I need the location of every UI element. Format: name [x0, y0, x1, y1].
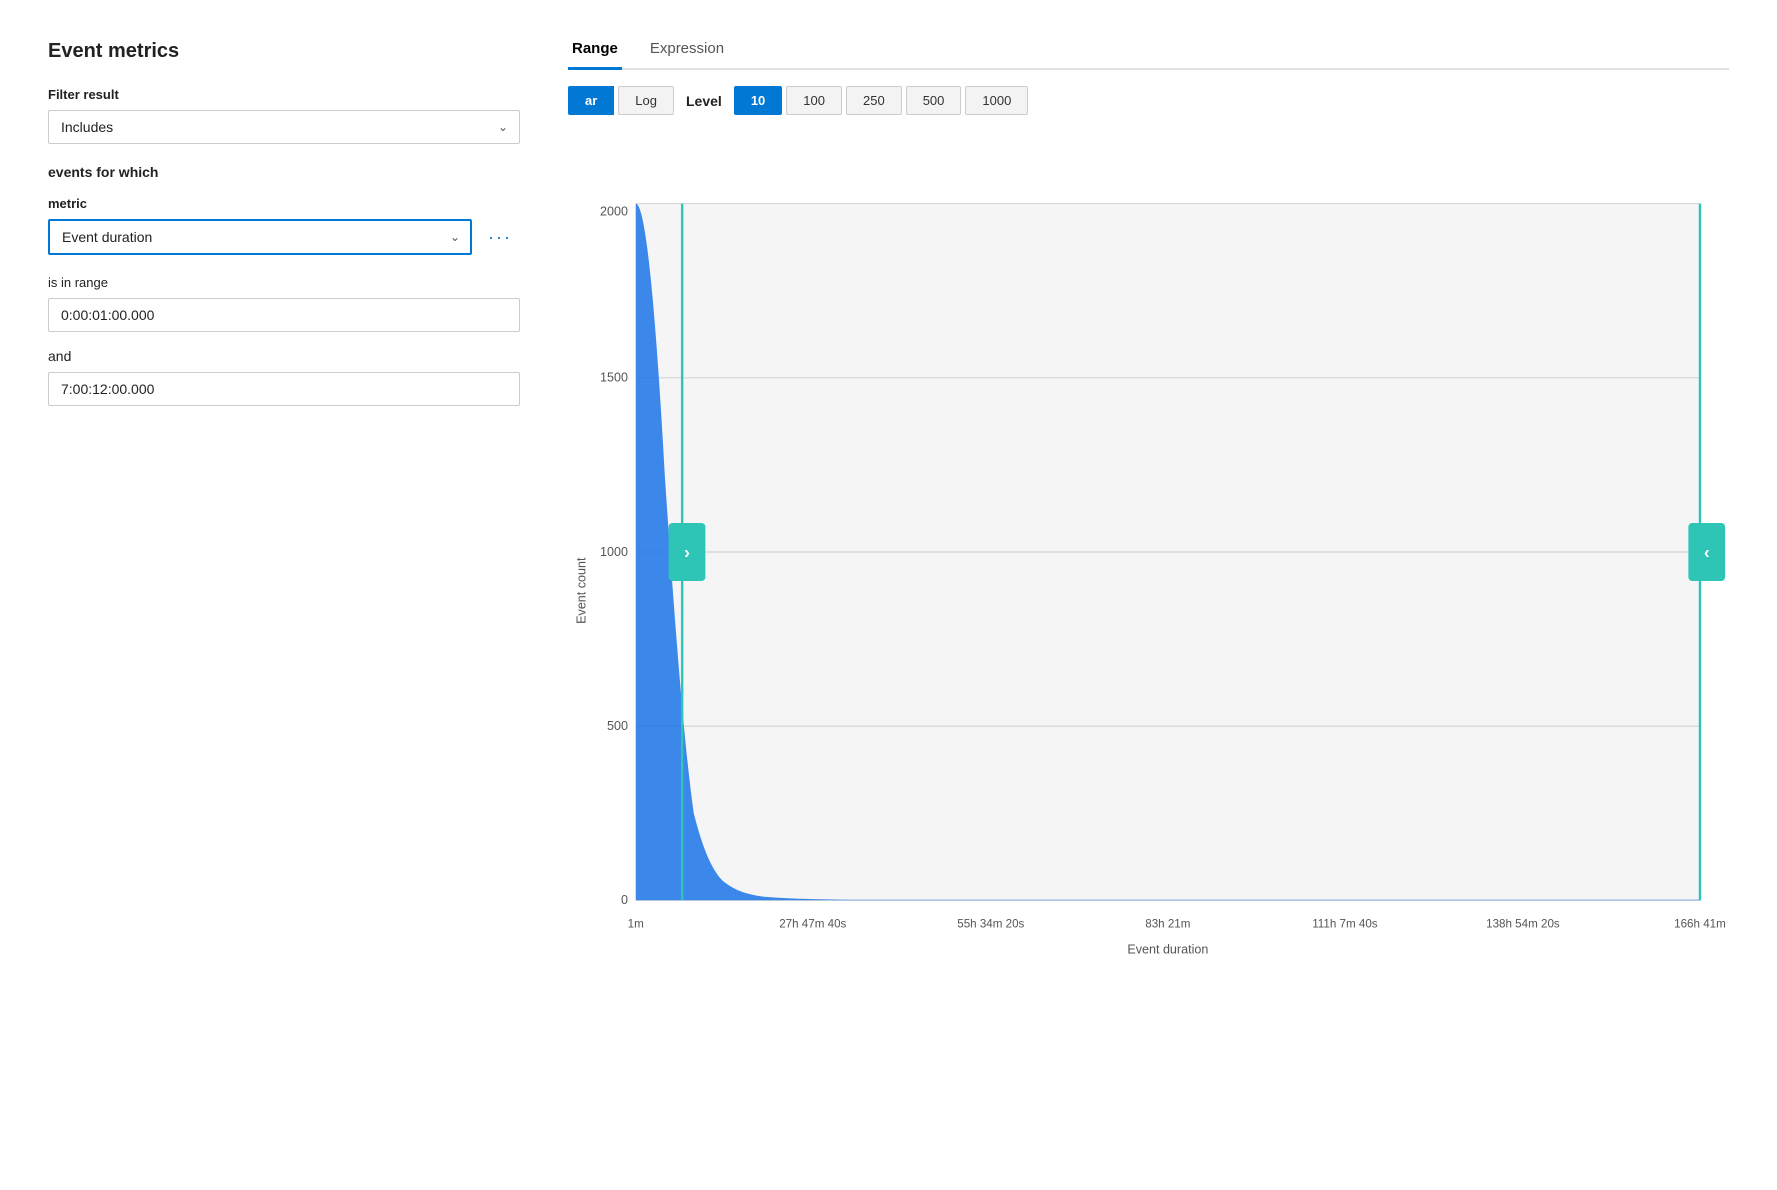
y-tick-2000: 2000 — [600, 204, 628, 218]
metric-row: Event duration Event count CPU usage ⌄ ·… — [48, 219, 520, 255]
tab-expression[interactable]: Expression — [646, 32, 728, 70]
x-tick-111h: 111h 7m 40s — [1312, 917, 1378, 930]
is-in-range-label: is in range — [48, 275, 520, 290]
chart-controls: ar Log Level 10 100 250 500 1000 — [568, 86, 1729, 115]
y-tick-1500: 1500 — [600, 371, 628, 385]
scale-linear-button[interactable]: ar — [568, 86, 614, 115]
range-start-input[interactable] — [48, 298, 520, 332]
y-tick-1000: 1000 — [600, 545, 628, 559]
metric-select-wrapper: Event duration Event count CPU usage ⌄ — [48, 219, 472, 255]
metric-select[interactable]: Event duration Event count CPU usage — [48, 219, 472, 255]
level-10-button[interactable]: 10 — [734, 86, 782, 115]
level-500-button[interactable]: 500 — [906, 86, 962, 115]
x-tick-1m: 1m — [628, 917, 644, 930]
x-tick-83h: 83h 21m — [1145, 917, 1190, 930]
left-handle-arrow: › — [684, 542, 690, 562]
panel-title: Event metrics — [48, 40, 520, 63]
x-tick-138h: 138h 54m 20s — [1486, 917, 1560, 930]
chart-svg: Event count 0 500 1000 1500 2000 — [568, 131, 1729, 1031]
x-tick-166h: 166h 41m — [1674, 917, 1726, 930]
tabs-container: Range Expression — [568, 32, 1729, 70]
y-axis-label: Event count — [574, 557, 588, 624]
tab-range[interactable]: Range — [568, 32, 622, 70]
right-panel: Range Expression ar Log Level 10 100 250… — [544, 24, 1753, 1166]
y-tick-500: 500 — [607, 719, 628, 733]
range-end-input[interactable] — [48, 372, 520, 406]
x-tick-55h: 55h 34m 20s — [957, 917, 1024, 930]
level-1000-button[interactable]: 1000 — [965, 86, 1028, 115]
level-100-button[interactable]: 100 — [786, 86, 842, 115]
more-options-button[interactable]: ··· — [480, 223, 520, 252]
y-tick-0: 0 — [621, 893, 628, 907]
right-handle-arrow: ‹ — [1704, 542, 1710, 562]
level-250-button[interactable]: 250 — [846, 86, 902, 115]
and-label: and — [48, 348, 520, 364]
filter-result-select[interactable]: Includes Excludes — [48, 110, 520, 144]
left-panel: Event metrics Filter result Includes Exc… — [24, 24, 544, 1166]
scale-log-button[interactable]: Log — [618, 86, 674, 115]
level-label: Level — [686, 93, 722, 109]
chart-area: Event count 0 500 1000 1500 2000 — [568, 131, 1729, 1031]
filter-result-wrapper: Includes Excludes ⌄ — [48, 110, 520, 144]
events-for-which-label: events for which — [48, 164, 520, 180]
metric-label: metric — [48, 196, 520, 211]
filter-result-label: Filter result — [48, 87, 520, 102]
x-axis-label: Event duration — [1127, 942, 1208, 956]
x-tick-27h: 27h 47m 40s — [779, 917, 846, 930]
